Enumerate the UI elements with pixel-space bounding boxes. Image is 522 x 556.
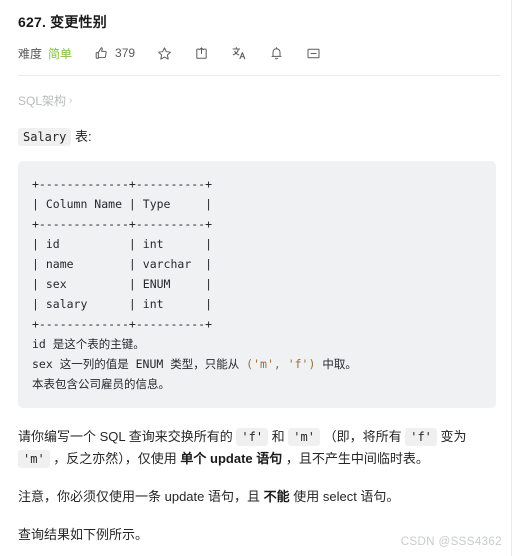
description-paragraph-1: 请你编写一个 SQL 查询来交换所有的 'f' 和 'm' （即，将所有 'f'… bbox=[18, 426, 488, 470]
schema-ascii-table: +-------------+----------+ | Column Name … bbox=[32, 174, 482, 394]
breadcrumb-label: SQL架构 bbox=[18, 94, 67, 108]
bell-icon bbox=[269, 46, 284, 61]
inline-code-m: 'm' bbox=[288, 428, 320, 446]
schema-code-block: +-------------+----------+ | Column Name … bbox=[18, 161, 496, 408]
star-icon bbox=[157, 46, 172, 61]
page-content: 627. 变更性别 难度 简单 379 SQL架构 › Salary 表: +-… bbox=[0, 0, 511, 546]
breadcrumb[interactable]: SQL架构 › bbox=[18, 92, 72, 109]
vote-count: 379 bbox=[115, 46, 136, 60]
desc-text: （即，将所有 bbox=[319, 429, 406, 444]
description-paragraph-2: 注意，你必须仅使用一条 update 语句，且 不能 使用 select 语句。 bbox=[18, 486, 488, 508]
problem-meta-row: 难度 简单 379 bbox=[18, 40, 489, 66]
code-line: | Column Name | Type | bbox=[32, 197, 213, 211]
code-line: | sex | ENUM | bbox=[32, 277, 213, 291]
favorite-button[interactable] bbox=[157, 46, 172, 61]
code-line: | name | varchar | bbox=[32, 257, 213, 271]
subscribe-button[interactable] bbox=[269, 46, 284, 61]
desc-text: 注意，你必须仅使用一条 update 语句，且 bbox=[18, 489, 264, 504]
desc-text: 使用 select 语句。 bbox=[289, 489, 400, 504]
code-note-line: 本表包含公司雇员的信息。 bbox=[32, 377, 170, 391]
code-line: | id | int | bbox=[32, 237, 213, 251]
vote-button[interactable]: 379 bbox=[94, 46, 135, 61]
thumbs-up-icon bbox=[94, 46, 109, 61]
chevron-right-icon: › bbox=[69, 95, 73, 106]
desc-text: ，且不产生中间临时表。 bbox=[282, 451, 429, 466]
desc-text: 请你编写一个 SQL 查询来交换所有的 bbox=[18, 429, 237, 444]
code-line: | salary | int | bbox=[32, 297, 213, 311]
table-intro: Salary 表: bbox=[18, 127, 489, 147]
translate-icon bbox=[231, 45, 247, 61]
difficulty-label: 难度 bbox=[18, 46, 43, 61]
desc-text: 和 bbox=[268, 429, 289, 444]
header-divider bbox=[18, 75, 500, 76]
problem-page: 627. 变更性别 难度 简单 379 SQL架构 › Salary 表: +-… bbox=[0, 0, 522, 556]
note-text-a: sex 这一列的值是 ENUM 类型，只能从 bbox=[32, 357, 247, 371]
difficulty-value: 简单 bbox=[48, 46, 73, 61]
desc-text: ，反之亦然），仅使用 bbox=[49, 451, 181, 466]
code-note-line: sex 这一列的值是 ENUM 类型，只能从 ('m', 'f') 中取。 bbox=[32, 354, 482, 374]
desc-emphasis-cannot: 不能 bbox=[263, 489, 290, 504]
note-text-b: 中取。 bbox=[315, 357, 357, 371]
enum-values-token: ('m', 'f') bbox=[246, 357, 316, 371]
share-button[interactable] bbox=[194, 46, 209, 61]
code-line: +-------------+----------+ bbox=[32, 317, 213, 331]
share-icon bbox=[194, 46, 209, 61]
page-title: 627. 变更性别 bbox=[18, 14, 107, 30]
right-border-rule bbox=[511, 0, 512, 556]
desc-emphasis-update: 单个 update 语句 bbox=[180, 451, 283, 466]
desc-text: 变为 bbox=[436, 429, 467, 444]
watermark: CSDN @SSS4362 bbox=[400, 536, 502, 548]
inline-code-f-2: 'f' bbox=[405, 428, 437, 446]
inline-code-m-2: 'm' bbox=[18, 450, 50, 468]
discussion-button[interactable] bbox=[306, 46, 321, 61]
inline-code-f: 'f' bbox=[236, 428, 269, 446]
table-intro-suffix: 表: bbox=[71, 129, 92, 144]
translate-button[interactable] bbox=[231, 45, 247, 61]
code-note-line: id 是这个表的主键。 bbox=[32, 337, 145, 351]
table-name-code: Salary bbox=[18, 128, 72, 146]
comment-icon bbox=[306, 46, 321, 61]
code-line: +-------------+----------+ bbox=[32, 217, 213, 231]
code-line: +-------------+----------+ bbox=[32, 177, 213, 191]
